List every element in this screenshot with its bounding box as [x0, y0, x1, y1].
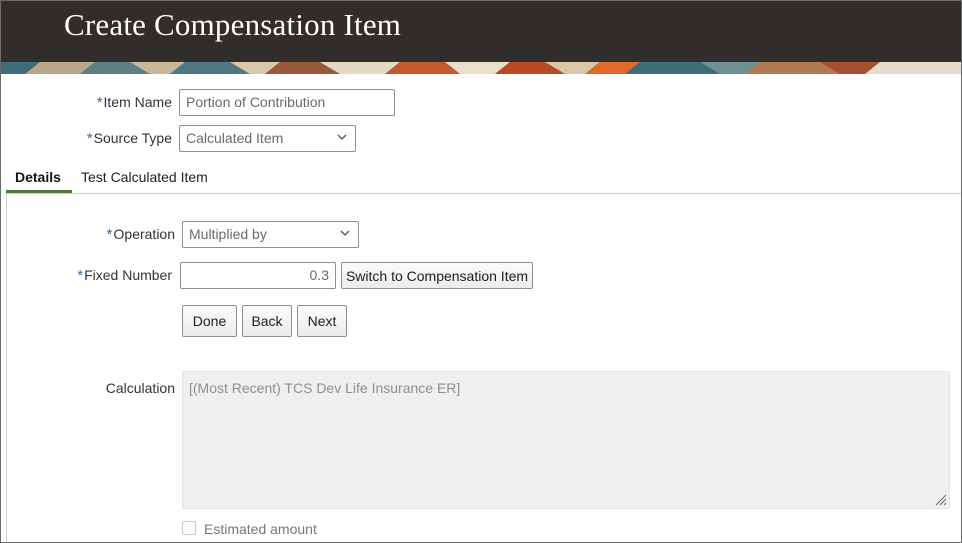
required-indicator: *	[106, 226, 113, 243]
estimated-amount-label: Estimated amount	[204, 521, 317, 537]
page-title: Create Compensation Item	[64, 7, 402, 42]
tab-details[interactable]: Details	[15, 169, 61, 185]
fixed-number-input[interactable]: 0.3	[180, 262, 336, 289]
operation-select[interactable]: Multiplied by	[182, 221, 359, 248]
panel-border	[6, 194, 7, 543]
required-indicator: *	[77, 267, 84, 284]
required-indicator: *	[96, 94, 103, 111]
page-header: Create Compensation Item	[0, 0, 962, 62]
calculation-value: [(Most Recent) TCS Dev Life Insurance ER…	[189, 380, 461, 396]
item-name-input[interactable]: Portion of Contribution	[179, 89, 395, 116]
operation-label: *Operation	[106, 226, 175, 243]
next-button[interactable]: Next	[297, 305, 347, 337]
resize-grip-icon[interactable]	[933, 492, 947, 506]
calculation-textarea[interactable]: [(Most Recent) TCS Dev Life Insurance ER…	[182, 371, 950, 509]
back-button[interactable]: Back	[242, 305, 292, 337]
chevron-down-icon	[340, 230, 350, 236]
item-name-label: *Item Name	[96, 94, 172, 111]
required-indicator: *	[86, 130, 93, 147]
calculation-label: Calculation	[105, 380, 175, 396]
chevron-down-icon	[337, 134, 347, 140]
tab-divider	[6, 193, 962, 194]
estimated-amount-checkbox[interactable]	[182, 521, 196, 535]
source-type-label: *Source Type	[86, 130, 172, 147]
tab-test-calculated-item[interactable]: Test Calculated Item	[81, 169, 208, 185]
source-type-select[interactable]: Calculated Item	[179, 125, 356, 152]
done-button[interactable]: Done	[182, 305, 237, 337]
switch-to-compensation-item-button[interactable]: Switch to Compensation Item	[341, 262, 533, 289]
fixed-number-label: *Fixed Number	[77, 267, 172, 284]
decorative-banner	[0, 62, 962, 74]
